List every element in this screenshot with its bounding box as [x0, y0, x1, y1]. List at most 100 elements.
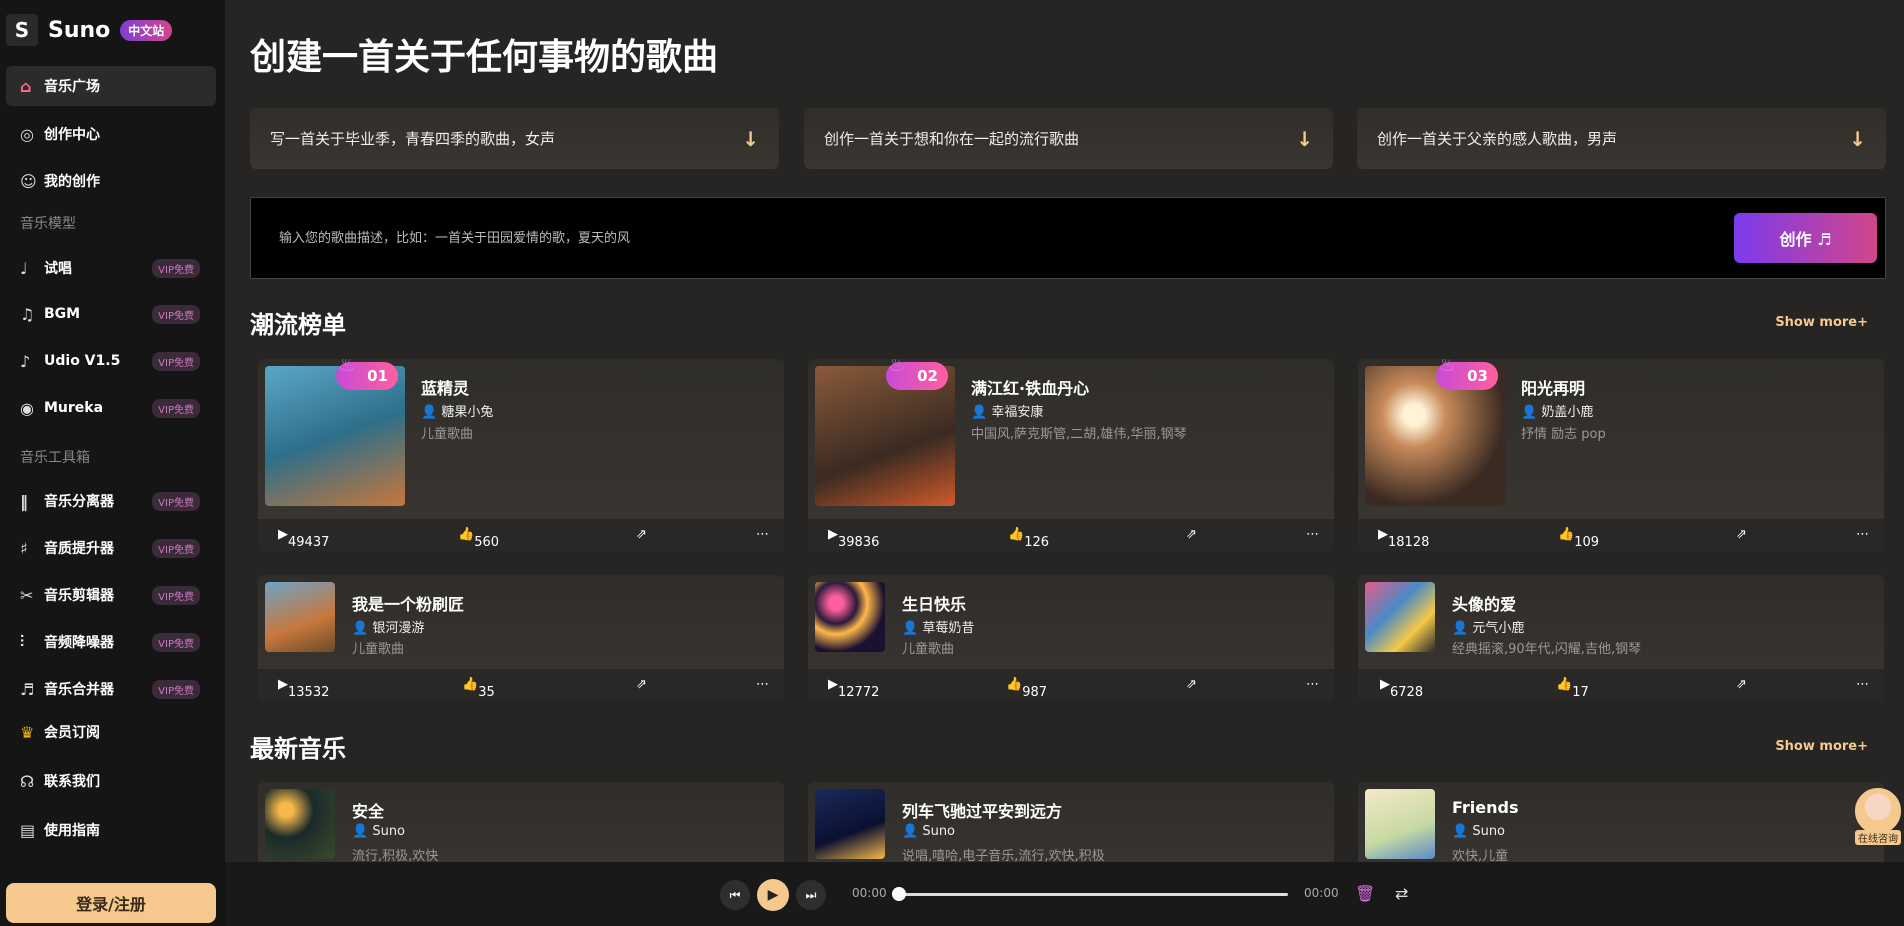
nav-trial-sing[interactable]: ♩ 试唱 VIP免费 — [6, 248, 216, 288]
prompt-suggestion[interactable]: 创作一首关于想和你在一起的流行歌曲 ↓ — [804, 108, 1333, 169]
song-tags: 抒情 励志 pop — [1521, 427, 1606, 442]
play-count[interactable]: ▶ 6728 — [1380, 677, 1423, 700]
user-music-icon: ☺ — [20, 171, 37, 191]
like-count[interactable]: 👍 17 — [1556, 677, 1589, 700]
vip-badge: VIP免费 — [152, 538, 200, 558]
song-tags: 中国风,萨克斯管,二胡,雄伟,华丽,钢琴 — [971, 427, 1187, 442]
trending-show-more[interactable]: Show more+ — [1775, 315, 1868, 330]
progress-track[interactable] — [898, 893, 1288, 896]
latest-card[interactable]: 安全 👤 Suno 流行,积极,欢快 — [258, 782, 784, 862]
create-button[interactable]: 创作 ♬ — [1734, 213, 1877, 263]
trending-card[interactable]: ♨ 01 蓝精灵 👤 糖果小兔 儿童歌曲 ▶ 49437 👍 560 ⇗ ⋯ — [258, 359, 784, 551]
nav-editor[interactable]: ✂ 音乐剪辑器 VIP免费 — [6, 575, 216, 615]
nav-label: 我的创作 — [44, 174, 100, 190]
music-note-icon: ♪ — [20, 351, 31, 371]
vip-badge: VIP免费 — [152, 398, 200, 418]
logo[interactable]: S Suno 中文站 — [6, 14, 173, 46]
song-author: 👤 糖果小兔 — [421, 405, 494, 420]
nav-udio[interactable]: ♪ Udio V1.5 VIP免费 — [6, 341, 216, 381]
song-title: 列车飞驰过平安到远方 — [902, 802, 1063, 821]
share-icon[interactable]: ⇗ — [636, 677, 647, 692]
login-button[interactable]: 登录/注册 — [6, 883, 216, 923]
share-icon[interactable]: ⇗ — [1186, 527, 1197, 542]
trending-card[interactable]: ♨ 02 满江红·铁血丹心 👤 幸福安康 中国风,萨克斯管,二胡,雄伟,华丽,钢琴… — [808, 359, 1334, 551]
latest-card[interactable]: 列车飞驰过平安到远方 👤 Suno 说唱,嘻哈,电子音乐,流行,欢快,积极 — [808, 782, 1334, 862]
share-icon[interactable]: ⇗ — [1736, 677, 1747, 692]
nav-subscription[interactable]: ♛ 会员订阅 — [6, 712, 216, 752]
vip-badge: VIP免费 — [152, 258, 200, 278]
nav-separator[interactable]: ‖ 音乐分离器 VIP免费 — [6, 481, 216, 521]
nav-label: Udio V1.5 — [44, 353, 121, 369]
nav-guide[interactable]: ▤ 使用指南 — [6, 810, 216, 850]
prompt-suggestion[interactable]: 写一首关于毕业季，青春四季的歌曲，女声 ↓ — [250, 108, 779, 169]
song-description-input[interactable] — [265, 218, 1465, 258]
prompt-suggestion[interactable]: 创作一首关于父亲的感人歌曲，男声 ↓ — [1357, 108, 1886, 169]
latest-show-more[interactable]: Show more+ — [1775, 739, 1868, 754]
prompt-text: 创作一首关于父亲的感人歌曲，男声 — [1377, 130, 1618, 148]
share-icon[interactable]: ⇗ — [1186, 677, 1197, 692]
share-icon[interactable]: ⇗ — [636, 527, 647, 542]
next-icon[interactable]: ⏭ — [796, 880, 826, 910]
song-tags: 流行,积极,欢快 — [352, 849, 439, 862]
play-count[interactable]: ▶ 49437 — [278, 527, 329, 550]
more-icon[interactable]: ⋯ — [756, 527, 769, 542]
song-tags: 儿童歌曲 — [421, 427, 474, 442]
card-stats: ▶ 18128 👍 109 ⇗ ⋯ — [1358, 519, 1884, 551]
trending-card[interactable]: ♨ 03 阳光再明 👤 奶盖小鹿 抒情 励志 pop ▶ 18128 👍 109 … — [1358, 359, 1884, 551]
nav-contact[interactable]: ☊ 联系我们 — [6, 761, 216, 801]
crown-icon: ♛ — [20, 722, 35, 742]
like-count[interactable]: 👍 35 — [462, 677, 495, 700]
prompt-text: 写一首关于毕业季，青春四季的歌曲，女声 — [270, 130, 556, 148]
play-count[interactable]: ▶ 18128 — [1378, 527, 1429, 550]
book-icon: ▤ — [20, 820, 36, 840]
more-icon[interactable]: ⋯ — [756, 677, 769, 692]
cover-image — [265, 789, 335, 859]
nav-label: 音乐分离器 — [44, 494, 114, 510]
more-icon[interactable]: ⋯ — [1856, 527, 1869, 542]
more-icon[interactable]: ⋯ — [1306, 527, 1319, 542]
nav-label: 创作中心 — [44, 127, 100, 143]
song-author: 👤 Suno — [902, 824, 956, 839]
brand-badge: 中文站 — [120, 19, 173, 41]
sidebar: S Suno 中文站 ⌂ 音乐广场 ◎ 创作中心 ☺ 我的创作 音乐模型 ♩ 试… — [0, 0, 225, 926]
play-count[interactable]: ▶ 12772 — [828, 677, 879, 700]
progress-handle[interactable] — [892, 887, 906, 901]
brand-name: Suno — [48, 17, 111, 43]
nav-label: BGM — [44, 306, 81, 322]
like-count[interactable]: 👍 126 — [1008, 527, 1049, 550]
like-count[interactable]: 👍 987 — [1006, 677, 1047, 700]
trending-card[interactable]: 生日快乐 👤 草莓奶昔 儿童歌曲 ▶ 12772 👍 987 ⇗ ⋯ — [808, 575, 1334, 701]
online-support[interactable]: 在线咨询 — [1855, 788, 1901, 850]
like-count[interactable]: 👍 109 — [1558, 527, 1599, 550]
song-tags: 经典摇滚,90年代,闪耀,吉他,钢琴 — [1452, 642, 1642, 657]
nav-creation-center[interactable]: ◎ 创作中心 — [6, 114, 216, 154]
repeat-icon[interactable]: ⇄ — [1395, 884, 1408, 903]
previous-icon[interactable]: ⏮ — [720, 880, 750, 910]
more-icon[interactable]: ⋯ — [1856, 677, 1869, 692]
more-icon[interactable]: ⋯ — [1306, 677, 1319, 692]
rank-number: 03 — [1467, 367, 1488, 385]
play-count[interactable]: ▶ 13532 — [278, 677, 329, 700]
cover-image — [815, 582, 885, 652]
nav-denoiser[interactable]: ⫶ 音频降噪器 VIP免费 — [6, 622, 216, 662]
nav-merger[interactable]: ♬ 音乐合并器 VIP免费 — [6, 669, 216, 709]
song-tags: 说唱,嘻哈,电子音乐,流行,欢快,积极 — [902, 849, 1105, 862]
waveform-icon: ‖ — [20, 491, 28, 511]
trending-card[interactable]: 我是一个粉刷匠 👤 银河漫游 儿童歌曲 ▶ 13532 👍 35 ⇗ ⋯ — [258, 575, 784, 701]
song-title: 头像的爱 — [1452, 595, 1517, 614]
nav-music-square[interactable]: ⌂ 音乐广场 — [6, 66, 216, 106]
trending-card[interactable]: 头像的爱 👤 元气小鹿 经典摇滚,90年代,闪耀,吉他,钢琴 ▶ 6728 👍 … — [1358, 575, 1884, 701]
scissors-icon: ✂ — [20, 585, 34, 605]
share-icon[interactable]: ⇗ — [1736, 527, 1747, 542]
play-icon[interactable]: ▶ — [757, 879, 789, 911]
nav-my-creations[interactable]: ☺ 我的创作 — [6, 161, 216, 201]
app: S Suno 中文站 ⌂ 音乐广场 ◎ 创作中心 ☺ 我的创作 音乐模型 ♩ 试… — [0, 0, 1904, 926]
nav-bgm[interactable]: ♫ BGM VIP免费 — [6, 294, 216, 334]
nav-mureka[interactable]: ◉ Mureka VIP免费 — [6, 388, 216, 428]
nav-enhancer[interactable]: ♯ 音质提升器 VIP免费 — [6, 528, 216, 568]
card-stats: ▶ 13532 👍 35 ⇗ ⋯ — [258, 669, 784, 701]
like-count[interactable]: 👍 560 — [458, 527, 499, 550]
play-count[interactable]: ▶ 39836 — [828, 527, 879, 550]
latest-card[interactable]: Friends 👤 Suno 欢快,儿童 — [1358, 782, 1884, 862]
trash-icon[interactable]: 🗑 — [1355, 884, 1375, 903]
